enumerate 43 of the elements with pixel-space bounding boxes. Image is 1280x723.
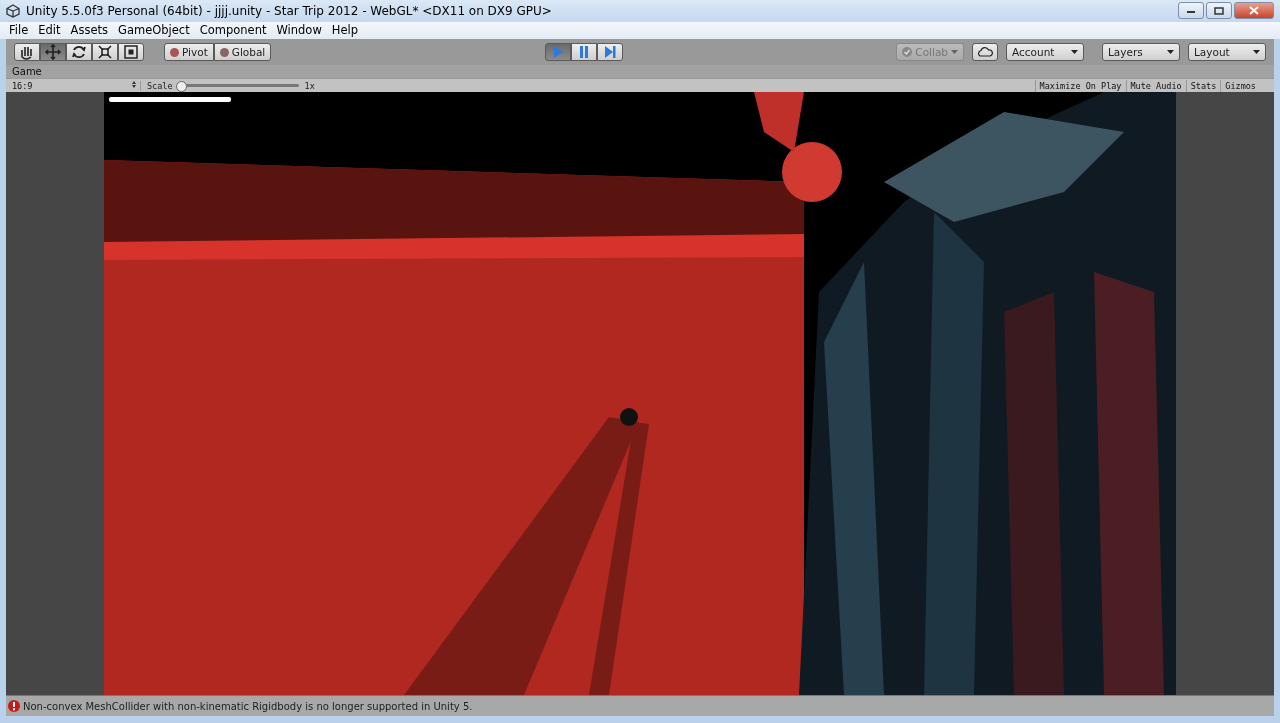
caret-icon (1167, 50, 1174, 55)
move-icon (44, 43, 62, 62)
move-tool-button[interactable] (40, 43, 66, 62)
menu-item[interactable]: Assets (65, 23, 113, 38)
global-toggle[interactable]: Global (213, 43, 272, 62)
menu-item[interactable]: GameObject (112, 23, 195, 38)
account-dropdown[interactable]: Account (1006, 43, 1084, 62)
close-button[interactable] (1234, 2, 1274, 20)
pivot-toggle[interactable]: Pivot (164, 43, 214, 62)
maximize-button[interactable] (1206, 2, 1232, 20)
step-button[interactable] (596, 43, 623, 62)
status-message: Non-convex MeshCollider with non-kinematic Rigidbody is no longer supported in Unity 5. (23, 700, 473, 712)
menu-item[interactable]: File (4, 23, 34, 38)
layout-dropdown[interactable]: Layout (1188, 43, 1266, 62)
close-icon (1249, 6, 1259, 16)
caret-icon (1253, 50, 1260, 55)
menu-item[interactable]: Component (194, 23, 272, 38)
window-title: Unity 5.5.0f3 Personal (64bit) - jjjj.unity - Star Trip 2012 - WebGL* <DX11 on DX9 GPU> (26, 3, 553, 18)
hand-tool-button[interactable] (14, 43, 40, 62)
dot-icon (219, 47, 229, 57)
menu-item[interactable]: Help (326, 23, 363, 38)
caret-icon (951, 50, 958, 55)
rect-icon (122, 43, 140, 62)
game-tab[interactable]: Game (12, 66, 42, 78)
pause-button[interactable] (570, 43, 597, 62)
cloud-icon (977, 47, 993, 58)
check-icon (902, 47, 913, 58)
stepper-icon (132, 80, 136, 88)
cloud-button[interactable] (972, 43, 998, 62)
rotate-tool-button[interactable] (66, 43, 92, 62)
aspect-dropdown[interactable]: 16:9 (6, 80, 141, 91)
rect-tool-button[interactable] (118, 43, 144, 62)
scale-tool-button[interactable] (92, 43, 118, 62)
scale-label: Scale (146, 80, 174, 91)
scale-value: 1x (303, 80, 316, 91)
layers-dropdown[interactable]: Layers (1102, 43, 1180, 62)
maximize-icon (1214, 6, 1224, 15)
menu-item[interactable]: Window (271, 23, 327, 38)
menu-item[interactable]: Edit (33, 23, 66, 38)
unity-logo-icon (6, 3, 20, 18)
caret-icon (1071, 50, 1078, 55)
minimize-button[interactable] (1178, 2, 1204, 20)
dot-icon (170, 47, 179, 57)
